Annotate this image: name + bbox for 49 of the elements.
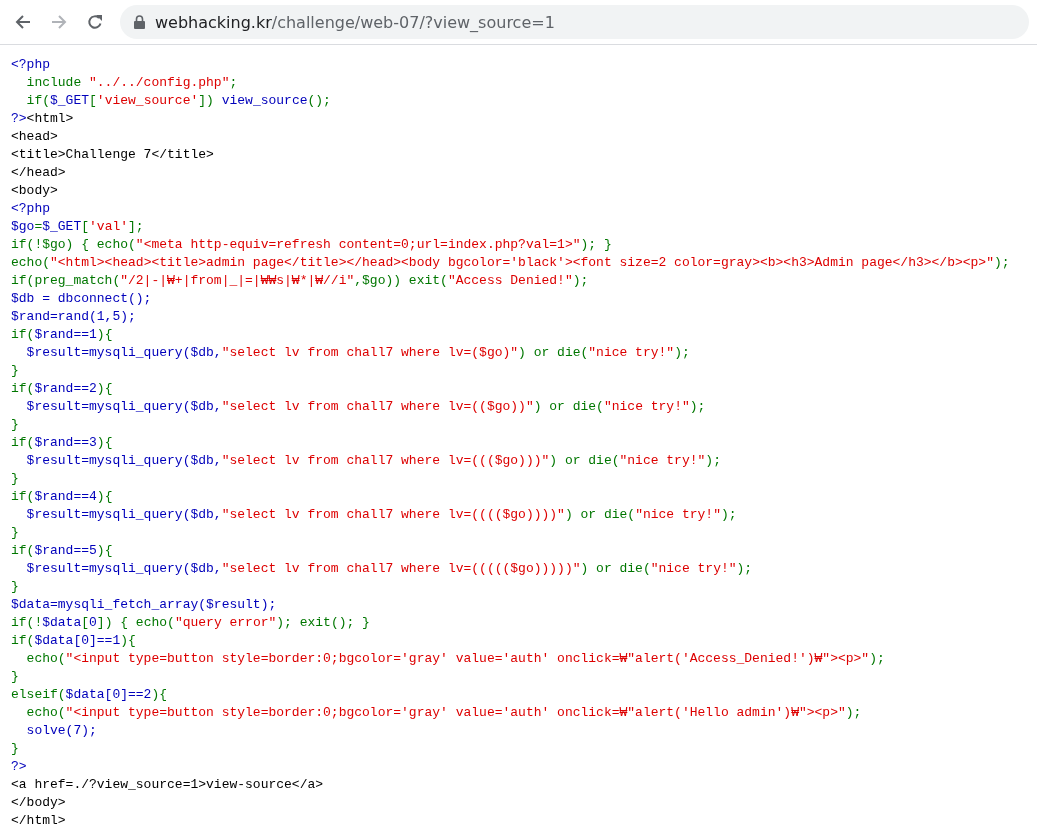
code-line: <head>: [11, 128, 58, 146]
code-line: if(!$go) { echo("<meta http-equiv=refresh content=0;url=index.php?val=1>"); }: [11, 236, 612, 254]
code-line: }: [11, 524, 19, 542]
code-line: $db = dbconnect();: [11, 290, 152, 308]
code-line: }: [11, 362, 19, 380]
code-line: if($data[0]==1){: [11, 632, 136, 650]
code-line: <a href=./?view_source=1>view-source</a>: [11, 776, 324, 794]
code-line: echo("<input type=button style=border:0;bgcolor='gray' value='auth' onclick=₩"alert('Hello admin')₩"><p>");: [25, 704, 862, 722]
code-line: </head>: [11, 164, 66, 182]
forward-arrow-icon: [51, 14, 67, 30]
code-line: if($rand==1){: [11, 326, 113, 344]
code-line: }: [11, 416, 19, 434]
code-line: if(preg_match("/2|-|₩+|from|_|=|₩₩s|₩*|₩//i",$go)) exit("Access Denied!");: [11, 272, 589, 290]
code-line: <?php: [11, 56, 50, 74]
code-line: if($rand==3){: [11, 434, 113, 452]
code-line: if(!$data[0]) { echo("query error"); exit(); }: [11, 614, 370, 632]
code-line: if($rand==5){: [11, 542, 113, 560]
code-line: $result=mysqli_query($db,"select lv from chall7 where lv=(($go))") or die("nice try!");: [25, 398, 706, 416]
code-line: include "../../config.php";: [25, 74, 238, 92]
code-line: if($_GET['view_source']) view_source();: [25, 92, 331, 110]
code-line: <?php: [11, 200, 50, 218]
url-text: webhacking.kr/challenge/web-07/?view_source=1: [155, 12, 555, 32]
code-line: $go=$_GET['val'];: [11, 218, 144, 236]
code-line: $data=mysqli_fetch_array($result);: [11, 596, 277, 614]
code-line: elseif($data[0]==2){: [11, 686, 168, 704]
code-line: $result=mysqli_query($db,"select lv from chall7 where lv=(((($go))))") or die("nice try!");: [25, 506, 737, 524]
code-line: <title>Challenge 7</title>: [11, 146, 214, 164]
code-line: </body>: [11, 794, 66, 812]
code-line: $result=mysqli_query($db,"select lv from chall7 where lv=((($go)))") or die("nice try!");: [25, 452, 721, 470]
code-line: if($rand==4){: [11, 488, 113, 506]
code-line: ?><html>: [11, 110, 74, 128]
code-line: echo("<input type=button style=border:0;bgcolor='gray' value='auth' onclick=₩"alert('Access_Denied!')₩"><p>");: [25, 650, 885, 668]
code-line: </html>: [11, 812, 66, 830]
code-line: $result=mysqli_query($db,"select lv from chall7 where lv=((((($go)))))") or die("nice try!");: [25, 560, 753, 578]
code-line: $rand=rand(1,5);: [11, 308, 136, 326]
code-line: if($rand==2){: [11, 380, 113, 398]
code-line: }: [11, 740, 19, 758]
code-line: echo("<html><head><title>admin page</title></head><body bgcolor='black'><font size=2 color=gray><b><h3>Admin page</h3></b><p>");: [11, 254, 1010, 272]
lock-icon: [134, 15, 145, 29]
code-line: }: [11, 668, 19, 686]
code-line: $result=mysqli_query($db,"select lv from chall7 where lv=($go)") or die("nice try!");: [25, 344, 690, 362]
address-bar[interactable]: webhacking.kr/challenge/web-07/?view_source=1: [120, 5, 1029, 39]
reload-icon: [87, 14, 103, 30]
code-line: }: [11, 470, 19, 488]
back-arrow-icon: [15, 14, 31, 30]
code-line: ?>: [11, 758, 27, 776]
code-line: solve(7);: [25, 722, 97, 740]
code-line: }: [11, 578, 19, 596]
code-line: <body>: [11, 182, 58, 200]
